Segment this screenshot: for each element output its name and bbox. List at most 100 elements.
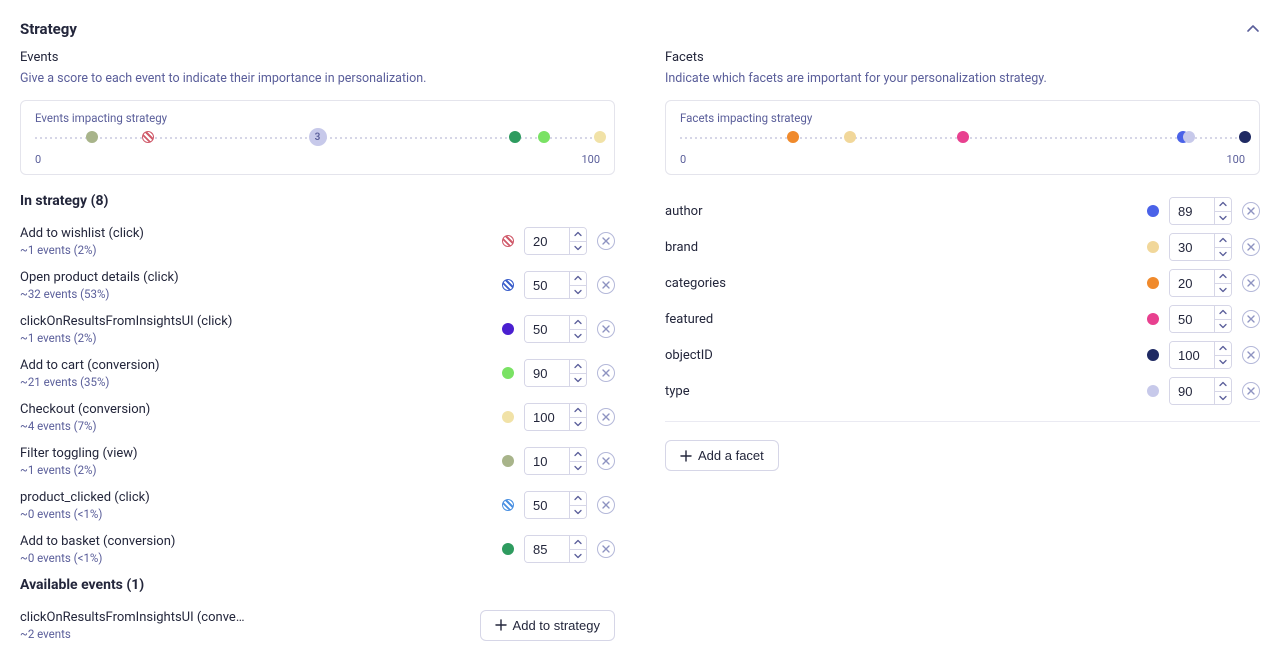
step-down-button[interactable] [570, 286, 586, 299]
step-up-button[interactable] [1215, 378, 1231, 392]
score-input[interactable] [1170, 306, 1214, 332]
score-stepper[interactable] [524, 491, 587, 519]
step-down-button[interactable] [570, 550, 586, 563]
step-up-button[interactable] [1215, 342, 1231, 356]
event-row: Add to basket (conversion) ~0 events (<1… [20, 527, 615, 571]
close-icon [1247, 315, 1255, 323]
event-row: product_clicked (click) ~0 events (<1%) [20, 483, 615, 527]
step-down-button[interactable] [570, 374, 586, 387]
step-up-button[interactable] [570, 404, 586, 418]
step-up-button[interactable] [570, 360, 586, 374]
add-facet-button[interactable]: Add a facet [665, 440, 779, 471]
step-down-button[interactable] [1215, 212, 1231, 225]
score-input[interactable] [525, 360, 569, 386]
event-row: Open product details (click) ~32 events … [20, 263, 615, 307]
remove-button[interactable] [1242, 310, 1260, 328]
remove-button[interactable] [1242, 346, 1260, 364]
event-row: Add to cart (conversion) ~21 events (35%… [20, 351, 615, 395]
add-to-strategy-button[interactable]: Add to strategy [480, 610, 615, 641]
score-input[interactable] [525, 404, 569, 430]
remove-button[interactable] [597, 540, 615, 558]
scale-min: 0 [35, 153, 41, 166]
event-color-swatch [502, 499, 514, 511]
score-input[interactable] [525, 492, 569, 518]
collapse-toggle[interactable] [1246, 22, 1260, 36]
score-stepper[interactable] [524, 315, 587, 343]
score-input[interactable] [525, 448, 569, 474]
score-input[interactable] [525, 228, 569, 254]
step-up-button[interactable] [1215, 198, 1231, 212]
remove-button[interactable] [597, 408, 615, 426]
remove-button[interactable] [597, 452, 615, 470]
step-up-button[interactable] [1215, 270, 1231, 284]
close-icon [602, 413, 610, 421]
step-down-button[interactable] [1215, 392, 1231, 405]
remove-button[interactable] [597, 276, 615, 294]
score-stepper[interactable] [524, 447, 587, 475]
score-input[interactable] [1170, 342, 1214, 368]
remove-button[interactable] [597, 364, 615, 382]
event-row: Add to wishlist (click) ~1 events (2%) [20, 219, 615, 263]
chevron-down-icon [574, 509, 582, 515]
facet-name: categories [665, 276, 1147, 291]
remove-button[interactable] [597, 232, 615, 250]
score-stepper[interactable] [1169, 233, 1232, 261]
step-up-button[interactable] [570, 492, 586, 506]
step-down-button[interactable] [1215, 248, 1231, 261]
score-stepper[interactable] [1169, 197, 1232, 225]
remove-button[interactable] [1242, 274, 1260, 292]
score-stepper[interactable] [1169, 377, 1232, 405]
score-input[interactable] [1170, 198, 1214, 224]
chevron-down-icon [574, 245, 582, 251]
step-up-button[interactable] [570, 272, 586, 286]
scale-dot [844, 131, 856, 143]
score-stepper[interactable] [1169, 341, 1232, 369]
event-name: Open product details (click) [20, 270, 502, 285]
step-down-button[interactable] [570, 242, 586, 255]
score-input[interactable] [1170, 378, 1214, 404]
score-input[interactable] [1170, 270, 1214, 296]
remove-button[interactable] [597, 320, 615, 338]
remove-button[interactable] [597, 496, 615, 514]
page-title: Strategy [20, 20, 77, 38]
score-stepper[interactable] [524, 227, 587, 255]
facet-row: brand [665, 229, 1260, 265]
close-icon [1247, 351, 1255, 359]
step-down-button[interactable] [570, 330, 586, 343]
remove-button[interactable] [1242, 202, 1260, 220]
step-up-button[interactable] [570, 448, 586, 462]
remove-button[interactable] [1242, 238, 1260, 256]
step-down-button[interactable] [1215, 356, 1231, 369]
step-up-button[interactable] [570, 316, 586, 330]
step-down-button[interactable] [570, 418, 586, 431]
remove-button[interactable] [1242, 382, 1260, 400]
score-input[interactable] [525, 272, 569, 298]
score-stepper[interactable] [1169, 305, 1232, 333]
scale-dot [1183, 131, 1195, 143]
score-input[interactable] [525, 316, 569, 342]
available-events-heading: Available events (1) [20, 577, 615, 593]
step-up-button[interactable] [570, 536, 586, 550]
score-stepper[interactable] [524, 403, 587, 431]
chevron-down-icon [574, 289, 582, 295]
chevron-down-icon [574, 465, 582, 471]
step-down-button[interactable] [1215, 284, 1231, 297]
step-up-button[interactable] [570, 228, 586, 242]
step-down-button[interactable] [570, 462, 586, 475]
score-input[interactable] [1170, 234, 1214, 260]
score-stepper[interactable] [524, 535, 587, 563]
chevron-down-icon [1219, 287, 1227, 293]
chevron-up-icon [574, 363, 582, 369]
step-up-button[interactable] [1215, 306, 1231, 320]
events-scale: Events impacting strategy 3 0 100 [20, 100, 615, 175]
close-icon [602, 281, 610, 289]
scale-dot [787, 131, 799, 143]
facet-color-swatch [1147, 241, 1159, 253]
score-stepper[interactable] [524, 359, 587, 387]
step-down-button[interactable] [1215, 320, 1231, 333]
step-down-button[interactable] [570, 506, 586, 519]
score-input[interactable] [525, 536, 569, 562]
step-up-button[interactable] [1215, 234, 1231, 248]
score-stepper[interactable] [524, 271, 587, 299]
score-stepper[interactable] [1169, 269, 1232, 297]
